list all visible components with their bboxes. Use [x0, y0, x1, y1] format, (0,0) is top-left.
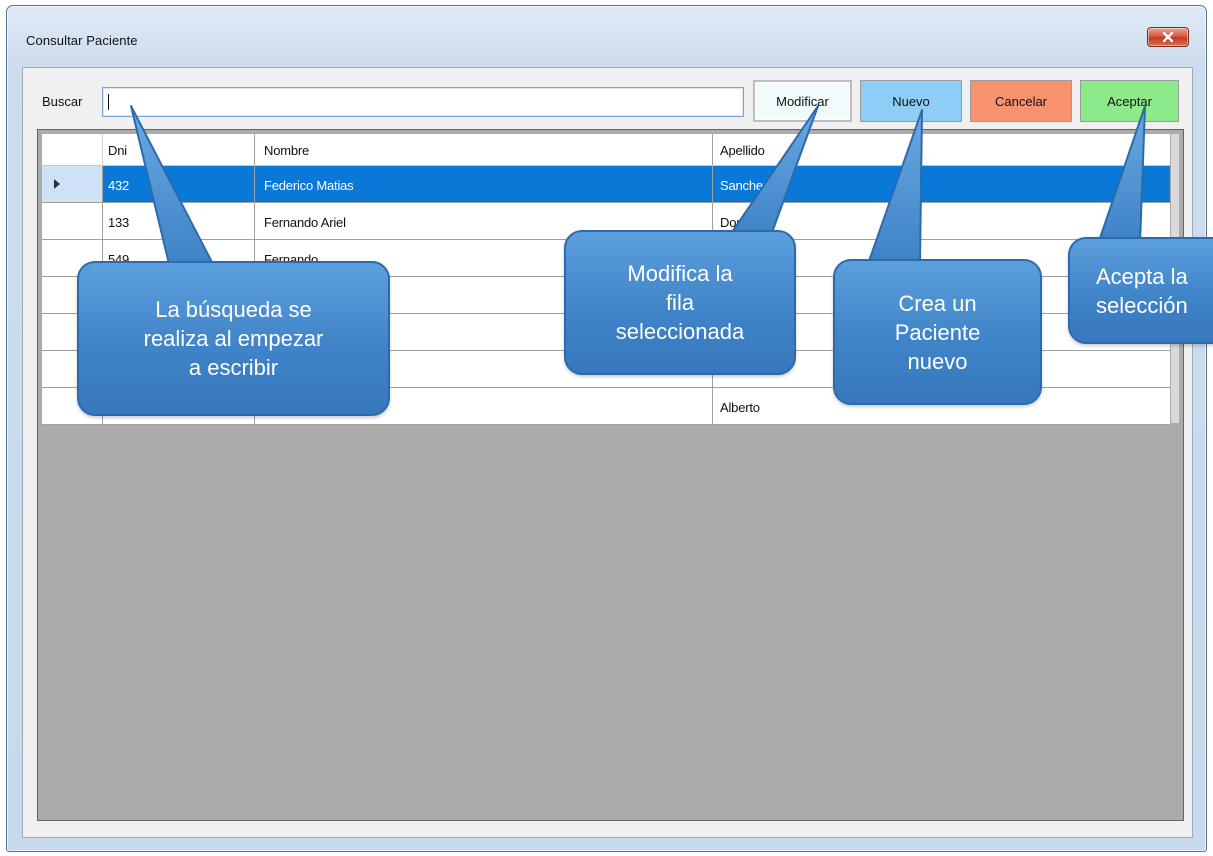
header-corner: [42, 134, 103, 165]
cell-dni[interactable]: 432: [108, 178, 129, 193]
callout-modifica: Modifica la fila seleccionada: [564, 230, 796, 375]
cell-nombre[interactable]: Federico Matias: [264, 178, 354, 193]
column-header-dni[interactable]: Dni: [108, 143, 127, 158]
callout-busqueda: La búsqueda se realiza al empezar a escr…: [77, 261, 390, 416]
callout-busqueda-text: La búsqueda se realiza al empezar a escr…: [143, 297, 324, 380]
cell-nombre[interactable]: Fernando Ariel: [264, 215, 346, 230]
cell-apellido[interactable]: Sanchez: [720, 178, 769, 193]
column-header-nombre[interactable]: Nombre: [264, 143, 309, 158]
current-row-icon: [54, 179, 60, 189]
column-divider: [254, 166, 255, 202]
search-label: Buscar: [42, 94, 83, 109]
cell-dni[interactable]: 133: [108, 215, 129, 230]
modificar-button[interactable]: Modificar: [753, 80, 852, 122]
window-title: Consultar Paciente: [26, 33, 138, 48]
nuevo-button[interactable]: Nuevo: [860, 80, 962, 122]
column-divider: [712, 134, 713, 165]
callout-modifica-text: Modifica la fila seleccionada: [615, 261, 745, 344]
table-row[interactable]: 432 Federico Matias Sanchez: [42, 166, 1170, 203]
close-icon: [1162, 31, 1174, 43]
cancelar-button[interactable]: Cancelar: [970, 80, 1072, 122]
row-header[interactable]: [42, 203, 103, 239]
cell-apellido[interactable]: Alberto: [720, 400, 760, 415]
column-divider: [254, 134, 255, 165]
search-input[interactable]: [102, 87, 744, 117]
column-divider: [712, 388, 713, 424]
column-divider: [254, 203, 255, 239]
callout-acepta: Acepta la selección: [1068, 237, 1213, 344]
text-caret: [108, 94, 109, 110]
close-button[interactable]: [1147, 27, 1189, 47]
grid-header-row: Dni Nombre Apellido: [42, 134, 1170, 166]
column-header-apellido[interactable]: Apellido: [720, 143, 765, 158]
cell-apellido[interactable]: Donato: [720, 215, 761, 230]
callout-acepta-text: Acepta la selección: [1096, 263, 1188, 318]
callout-crea: Crea un Paciente nuevo: [833, 259, 1042, 405]
column-divider: [712, 166, 713, 202]
row-header[interactable]: [42, 166, 103, 202]
aceptar-button[interactable]: Aceptar: [1080, 80, 1179, 122]
callout-crea-text: Crea un Paciente nuevo: [894, 290, 981, 374]
